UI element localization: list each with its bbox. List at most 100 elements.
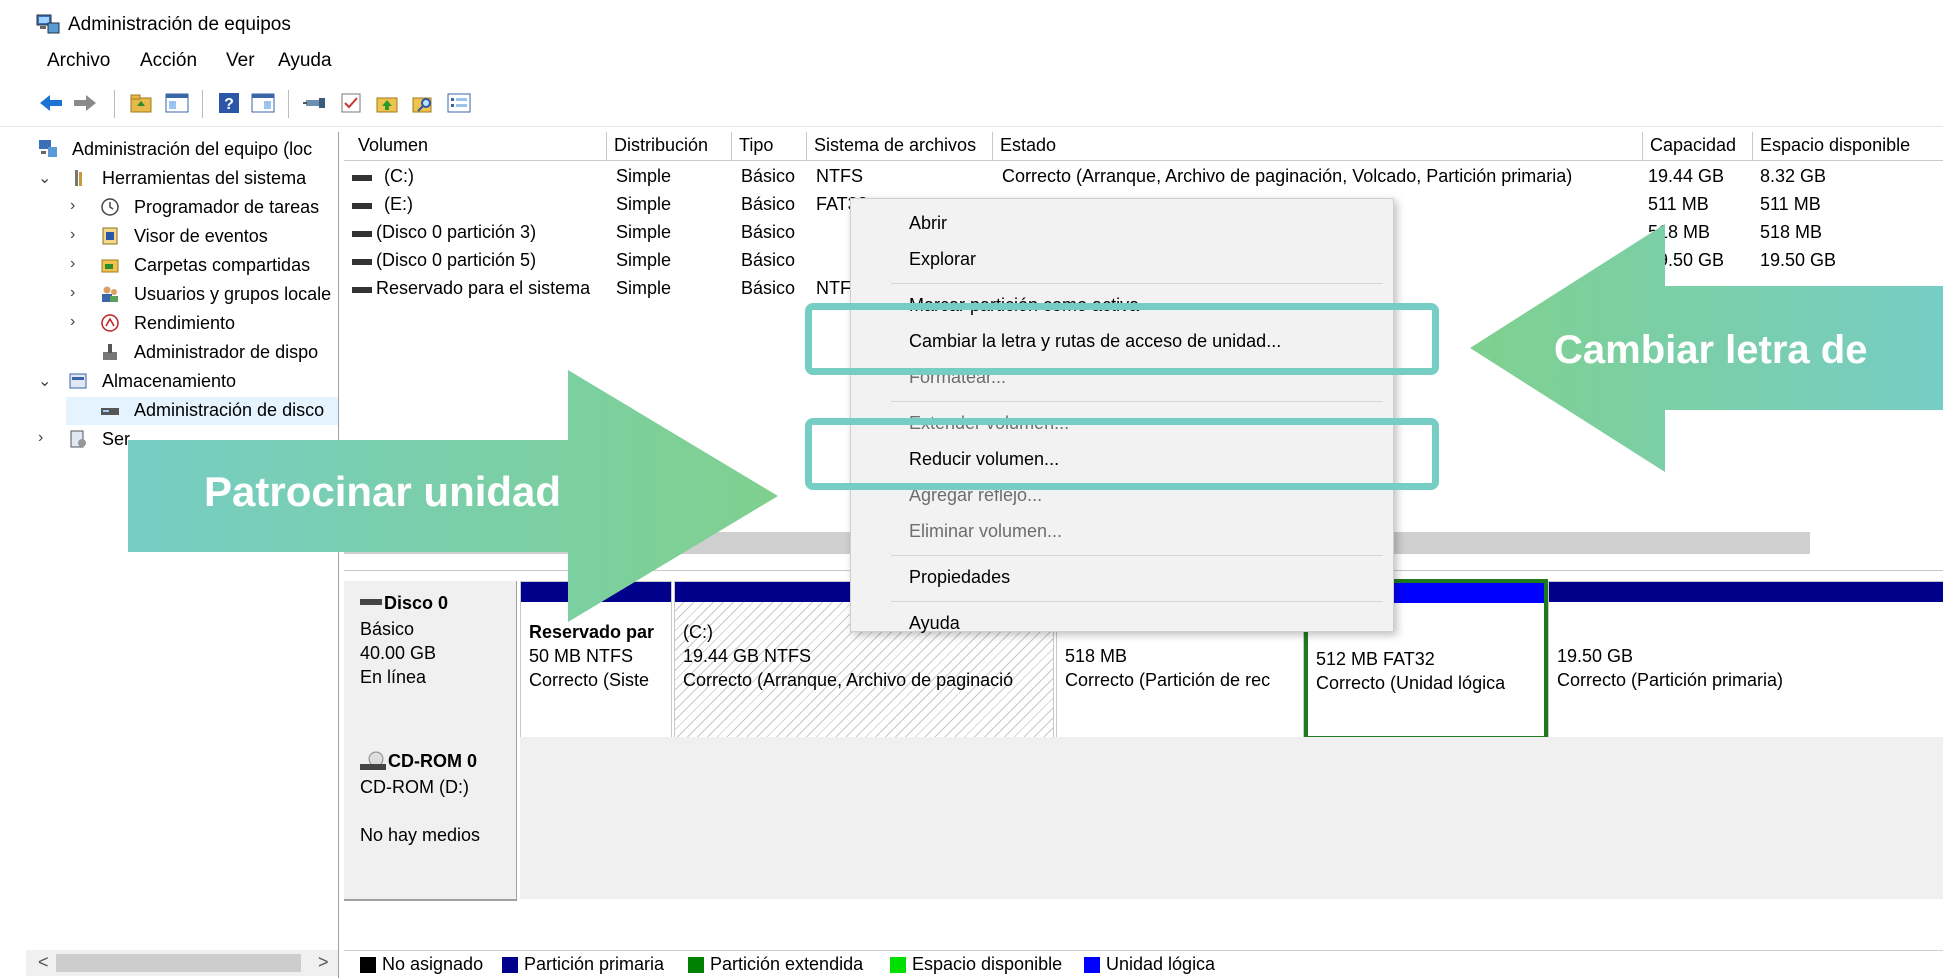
menu-accion[interactable]: Acción (140, 50, 197, 72)
legend-swatch-primary (502, 957, 518, 973)
right-arrow-text: Cambiar letra de (1554, 328, 1868, 372)
menu-separator (891, 601, 1383, 602)
title-bar: Administración de equipos (0, 0, 1943, 50)
menu-item-abrir[interactable]: Abrir (909, 213, 947, 234)
legend-primary: Partición primaria (524, 954, 665, 974)
legend-swatch-free-space (890, 957, 906, 973)
legend-unallocated: No asignado (382, 954, 484, 974)
help-icon[interactable]: ? (216, 90, 242, 116)
cdrom-empty-area (520, 737, 1943, 899)
tree-item-task-scheduler[interactable]: › Programador de tareas (26, 194, 338, 222)
partition-primary-19gb[interactable]: 19.50 GB Correcto (Partición primaria) (1548, 581, 1943, 738)
svg-text:?: ? (224, 96, 234, 113)
tree-item-device-manager[interactable]: Administrador de dispo (26, 339, 338, 367)
show-hide-tree-icon[interactable] (164, 90, 190, 116)
shared-folders-icon (101, 259, 119, 273)
cdrom-status: No hay medios (360, 825, 481, 845)
clock-icon (101, 198, 119, 216)
disk-management-icon (101, 408, 119, 415)
tree-item-shared-folders[interactable]: › Carpetas compartidas (26, 252, 338, 280)
performance-icon (101, 314, 119, 332)
disk-0-status: En línea (360, 667, 427, 687)
col-header-status[interactable]: Estado (992, 132, 1643, 161)
search-folder-icon[interactable] (410, 90, 436, 116)
legend-swatch-extended (688, 957, 704, 973)
menu-separator (891, 283, 1383, 284)
legend-logical: Unidad lógica (1106, 954, 1216, 974)
cdrom-icon (360, 751, 386, 770)
menu-item-eliminar[interactable]: Eliminar volumen... (909, 521, 1062, 542)
chevron-down-icon[interactable]: ⌄ (38, 168, 52, 188)
volume-icon (352, 259, 372, 265)
highlight-shrink-volume (805, 418, 1439, 490)
legend-extended: Partición extendida (710, 954, 864, 974)
toolbar: ? (0, 84, 1943, 127)
cdrom-info[interactable]: CD-ROM 0 CD-ROM (D:) No hay medios (344, 737, 517, 901)
event-viewer-icon (102, 227, 118, 245)
volume-icon (352, 175, 372, 181)
table-row[interactable]: (C:) (352, 166, 752, 192)
table-row[interactable]: Reservado para el sistema (352, 278, 752, 304)
view-icon[interactable] (250, 90, 276, 116)
menu-item-ayuda[interactable]: Ayuda (909, 613, 960, 634)
tree-item-system-tools[interactable]: ⌄ Herramientas del sistema (26, 165, 338, 193)
col-header-capacity[interactable]: Capacidad (1642, 132, 1753, 161)
legend: No asignado Partición primaria Partición… (344, 950, 1943, 979)
scroll-right-button[interactable]: > (318, 952, 329, 973)
forward-arrow-icon[interactable] (72, 90, 98, 116)
tree-scrollbar[interactable]: < > (26, 950, 338, 976)
context-menu: Abrir Explorar Marcar partición como act… (850, 198, 1394, 634)
cdrom-drive: CD-ROM (D:) (360, 777, 469, 797)
table-row[interactable]: (E:) (352, 194, 752, 220)
col-header-type[interactable]: Tipo (731, 132, 807, 161)
check-icon[interactable] (338, 90, 364, 116)
cdrom-name: CD-ROM 0 (388, 751, 477, 771)
menu-separator (891, 555, 1383, 556)
col-header-file-system[interactable]: Sistema de archivos (806, 132, 993, 161)
col-header-volume[interactable]: Volumen (344, 132, 607, 161)
menu-item-explorar[interactable]: Explorar (909, 249, 976, 270)
tree-item-event-viewer[interactable]: › Visor de eventos (26, 223, 338, 251)
volume-icon (352, 231, 372, 237)
col-header-free-space[interactable]: Espacio disponible (1752, 132, 1943, 161)
back-arrow-icon[interactable] (38, 90, 64, 116)
chevron-right-icon[interactable]: › (70, 313, 84, 331)
tree-item-performance[interactable]: › Rendimiento (26, 310, 338, 338)
list-icon[interactable] (446, 90, 472, 116)
left-arrow-text: Patrocinar unidad (204, 468, 562, 515)
chevron-right-icon[interactable]: › (38, 429, 52, 447)
tree-item-computer-management[interactable]: Administración del equipo (loc (26, 136, 338, 164)
col-header-layout[interactable]: Distribución (606, 132, 732, 161)
storage-icon (69, 373, 87, 389)
device-manager-icon (103, 344, 117, 360)
services-icon (70, 430, 86, 448)
tools-icon (75, 170, 82, 186)
menu-separator (891, 401, 1383, 402)
menu-ver[interactable]: Ver (226, 50, 255, 72)
menu-archivo[interactable]: Archivo (47, 50, 110, 72)
chevron-right-icon[interactable]: › (70, 255, 84, 273)
chevron-down-icon[interactable]: ⌄ (38, 371, 52, 391)
up-folder-icon[interactable] (128, 90, 154, 116)
disk-0-size: 40.00 GB (360, 643, 437, 663)
menu-bar: Archivo Acción Ver Ayuda (0, 50, 1943, 84)
disk-0-type: Básico (360, 619, 415, 639)
computer-management-icon (36, 14, 60, 34)
window-title: Administración de equipos (68, 14, 291, 35)
chevron-right-icon[interactable]: › (70, 284, 84, 302)
chevron-right-icon[interactable]: › (70, 226, 84, 244)
legend-swatch-unallocated (360, 957, 376, 973)
menu-item-propiedades[interactable]: Propiedades (909, 567, 1010, 588)
scroll-left-button[interactable]: < (38, 952, 49, 973)
volume-icon (352, 203, 372, 209)
table-row[interactable]: (Disco 0 partición 5) (352, 250, 752, 276)
tree-item-local-users-groups[interactable]: › Usuarios y grupos locale (26, 281, 338, 309)
menu-ayuda[interactable]: Ayuda (278, 50, 332, 72)
legend-free-space: Espacio disponible (912, 954, 1063, 974)
folder-up-icon[interactable] (374, 90, 400, 116)
scrollbar-thumb[interactable] (56, 954, 301, 972)
connect-icon[interactable] (302, 90, 328, 116)
highlight-change-letter (805, 303, 1439, 375)
chevron-right-icon[interactable]: › (70, 197, 84, 215)
table-row[interactable]: (Disco 0 partición 3) (352, 222, 752, 248)
